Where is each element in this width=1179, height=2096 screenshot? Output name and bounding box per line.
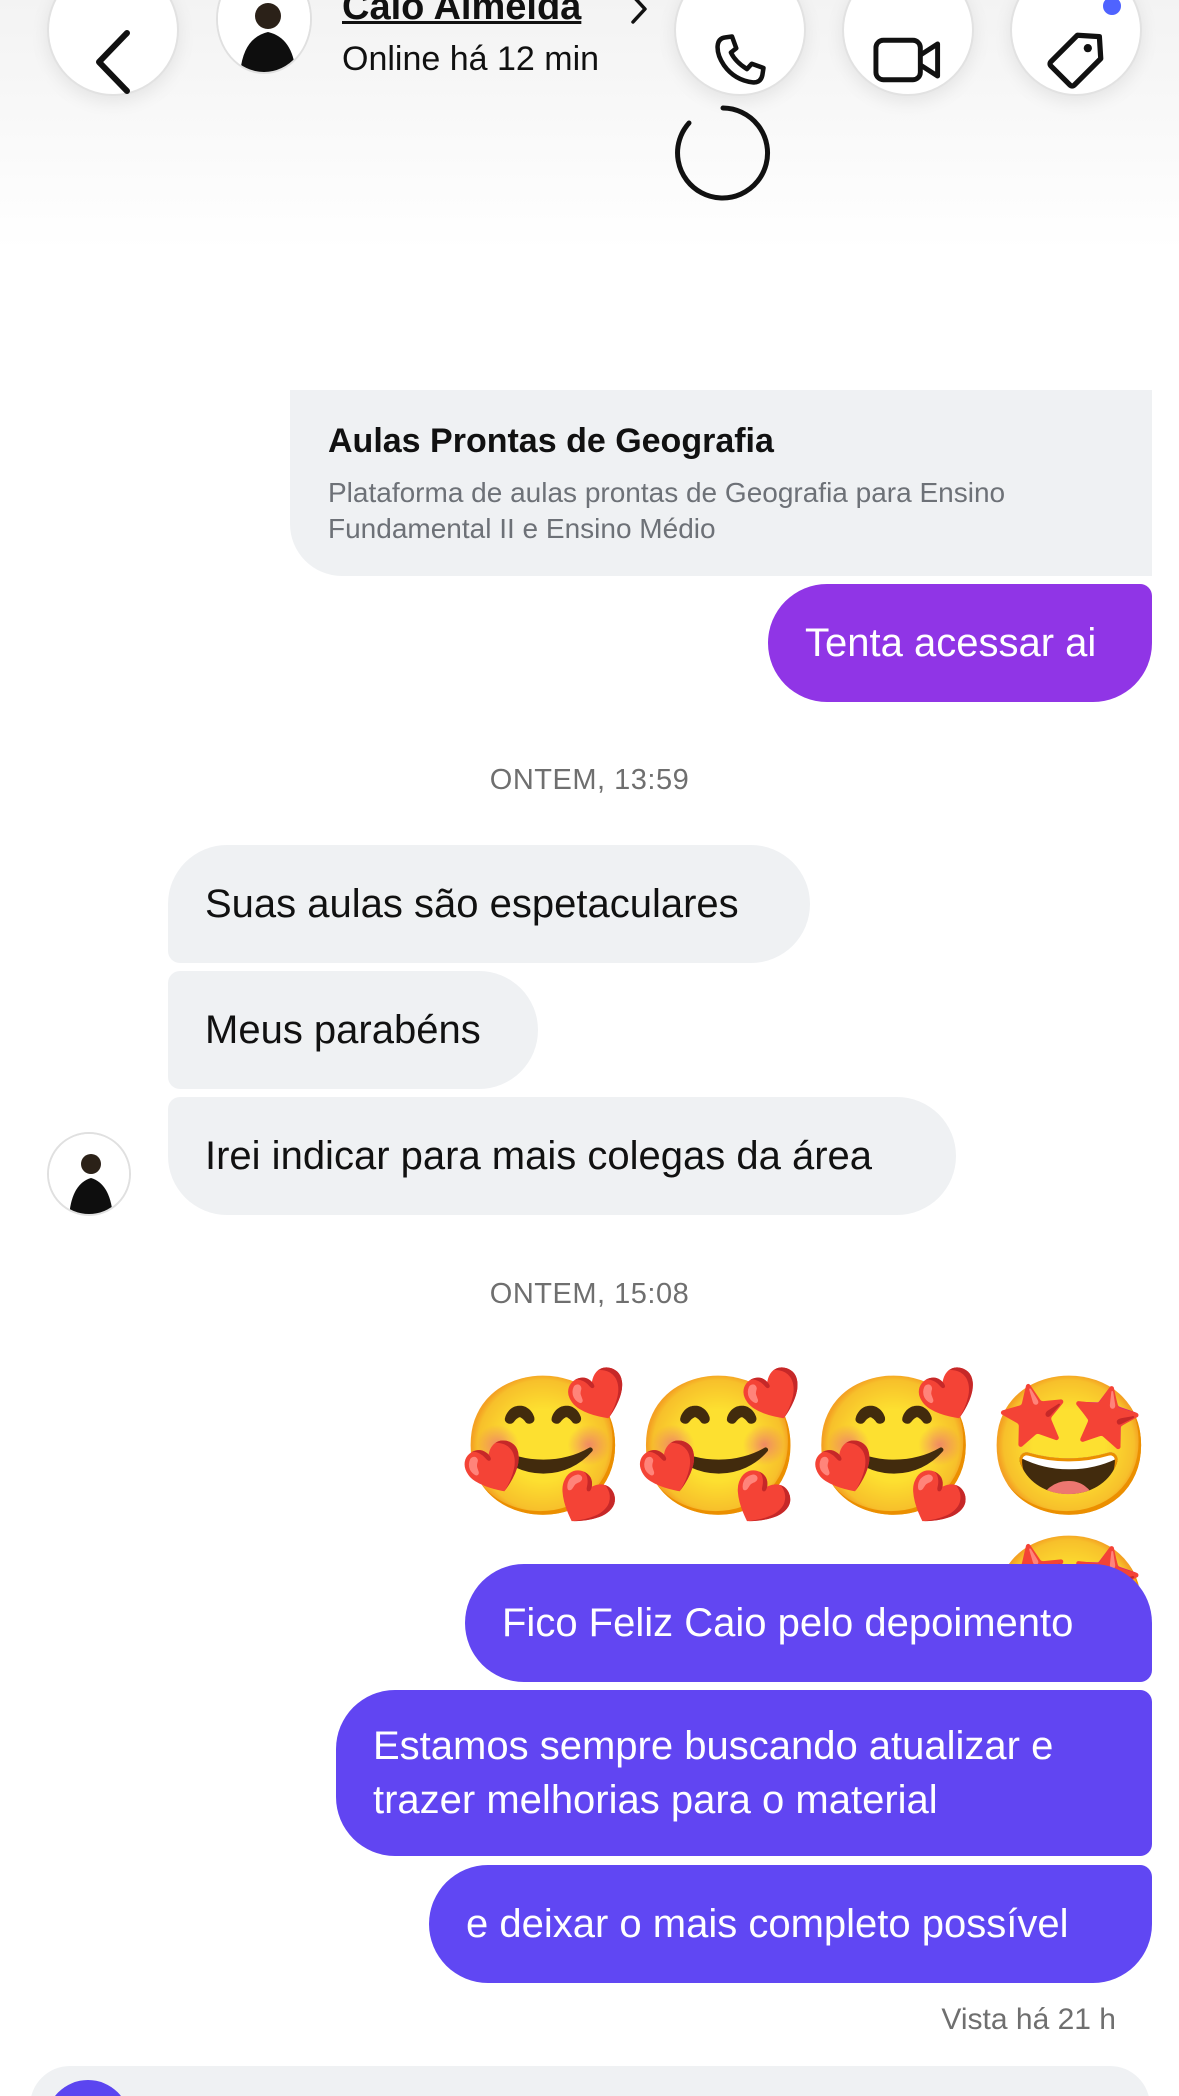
phone-icon — [708, 28, 772, 92]
timestamp: ONTEM, 15:08 — [489, 1278, 690, 1310]
incoming-message[interactable]: Suas aulas são espetaculares — [168, 845, 810, 963]
link-preview-card[interactable]: Aulas Prontas de Geografia Plataforma de… — [290, 390, 1152, 576]
link-preview-title: Aulas Prontas de Geografia — [328, 422, 774, 460]
timestamp: ONTEM, 13:59 — [489, 764, 690, 796]
outgoing-message[interactable]: e deixar o mais completo possível — [429, 1865, 1152, 1983]
outgoing-message[interactable]: Fico Feliz Caio pelo depoimento — [465, 1564, 1152, 1682]
message-text: Irei indicar para mais colegas da área — [205, 1133, 873, 1178]
seen-status: Vista há 21 h — [941, 2003, 1116, 2036]
message-text-line: Estamos sempre buscando atualizar e — [373, 1724, 1054, 1768]
video-camera-icon — [871, 30, 945, 90]
chat-screen: Caio Almeida Online há 12 min Aulas Pron… — [0, 0, 1179, 2096]
message-composer[interactable] — [30, 2066, 1150, 2096]
contact-status: Online há 12 min — [342, 40, 600, 78]
message-text: e deixar o mais completo possível — [466, 1901, 1069, 1946]
message-text: Meus parabéns — [205, 1007, 481, 1052]
message-text: Fico Feliz Caio pelo depoimento — [502, 1600, 1074, 1645]
sender-avatar[interactable] — [47, 1132, 131, 1216]
chevron-left-icon — [91, 27, 135, 97]
chevron-right-icon[interactable] — [628, 0, 650, 31]
incoming-message[interactable]: Irei indicar para mais colegas da área — [168, 1097, 956, 1215]
outgoing-message[interactable]: Tenta acessar ai — [768, 584, 1152, 702]
outgoing-message[interactable]: Estamos sempre buscando atualizar e traz… — [336, 1690, 1152, 1856]
message-text-line: trazer melhorias para o material — [373, 1778, 938, 1822]
tag-icon — [1043, 27, 1109, 93]
incoming-message[interactable]: Meus parabéns — [168, 971, 538, 1089]
emoji-message[interactable]: 🥰🥰🥰🤩🤩 — [340, 1366, 1160, 1682]
loading-spinner-icon — [672, 102, 774, 209]
contact-name[interactable]: Caio Almeida — [342, 0, 581, 29]
link-preview-description: Plataforma de aulas prontas de Geografia… — [328, 477, 1006, 544]
message-text: Tenta acessar ai — [805, 620, 1097, 665]
message-text: Suas aulas são espetaculares — [205, 881, 739, 926]
